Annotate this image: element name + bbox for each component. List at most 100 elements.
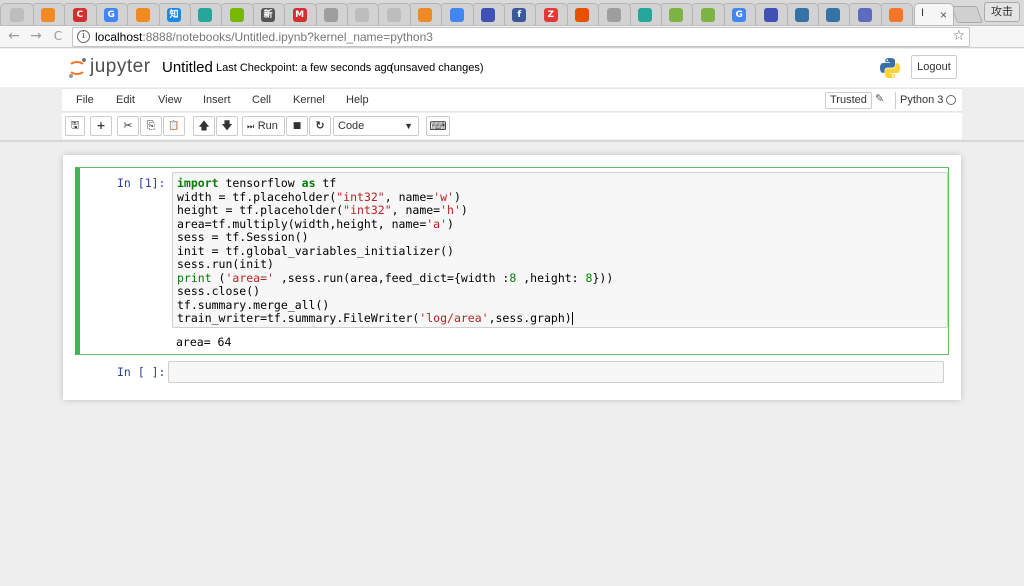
browser-tab[interactable] [345, 3, 380, 25]
browser-tab-strip: GZfM新知GC 攻击 I × [0, 0, 1024, 26]
code-cell-empty[interactable]: In [ ]: [75, 361, 949, 385]
browser-tab[interactable] [188, 3, 223, 25]
move-down-icon[interactable]: 🡇 [216, 116, 238, 136]
code-cell-selected[interactable]: In [1]: import tensorflow as tf width = … [75, 167, 949, 355]
close-tab-icon[interactable]: × [940, 8, 947, 22]
logout-button[interactable]: Logout [911, 55, 957, 79]
tab-favicon-icon [418, 8, 433, 22]
url-host: localhost [95, 30, 143, 44]
restart-icon[interactable]: ↻ [309, 116, 331, 136]
run-button[interactable]: ⏭ Run [242, 116, 285, 136]
browser-tab[interactable] [879, 3, 914, 25]
browser-tab[interactable] [628, 3, 662, 25]
browser-tab[interactable]: G [94, 3, 129, 25]
copy-icon[interactable]: ⎘ [140, 116, 162, 136]
tab-favicon-icon: G [104, 8, 119, 22]
menu-help[interactable]: Help [346, 94, 369, 106]
browser-tab[interactable]: G [722, 3, 757, 25]
jupyter-header: jupyter Untitled Last Checkpoint: a few … [0, 49, 1024, 87]
paste-icon[interactable]: 📋 [163, 116, 185, 136]
address-url[interactable]: localhost:8888/notebooks/Untitled.ipynb?… [95, 30, 433, 44]
code-line: sess = tf.Session() [177, 230, 309, 244]
jupyter-logo-icon[interactable] [66, 57, 88, 79]
browser-tab-active[interactable]: I × [914, 3, 954, 25]
trusted-indicator[interactable]: Trusted [825, 92, 872, 109]
code-editor[interactable] [168, 361, 944, 383]
jupyter-wordmark[interactable]: jupyter [90, 56, 151, 78]
save-icon[interactable]: 🖫 [65, 116, 85, 136]
browser-tab[interactable] [596, 3, 631, 25]
text-cursor [571, 312, 573, 325]
profile-button[interactable]: 攻击 [984, 2, 1020, 22]
new-tab-button[interactable] [950, 6, 984, 23]
keyboard-icon[interactable]: ⌨ [426, 116, 450, 136]
menu-edit[interactable]: Edit [116, 94, 135, 106]
browser-tab[interactable] [753, 3, 788, 25]
code-token: })) [592, 270, 614, 285]
code-line: height = tf.placeholder("int32", name='h… [177, 203, 468, 217]
cell-type-select[interactable]: Code ▼ [333, 116, 419, 136]
cell-type-value: Code [338, 120, 365, 132]
move-up-icon[interactable]: 🡅 [193, 116, 215, 136]
menu-view[interactable]: View [158, 94, 182, 106]
browser-tab[interactable] [314, 3, 348, 25]
browser-tab[interactable] [816, 3, 851, 25]
code-token: 'w' [433, 189, 454, 204]
browser-tab[interactable] [659, 3, 694, 25]
menu-cell[interactable]: Cell [252, 94, 271, 106]
code-line: sess.run(init) [177, 257, 274, 271]
browser-tab[interactable] [219, 3, 254, 25]
menu-kernel[interactable]: Kernel [293, 94, 325, 106]
browser-tab[interactable] [408, 3, 443, 25]
code-token: , name= [384, 189, 434, 204]
menu-insert[interactable]: Insert [203, 94, 231, 106]
run-label: Run [257, 120, 278, 132]
browser-tab[interactable]: C [62, 3, 97, 25]
browser-tab[interactable] [31, 3, 66, 25]
tab-favicon-icon [638, 8, 652, 22]
menu-file[interactable]: File [76, 94, 94, 106]
tab-favicon-icon [198, 8, 213, 22]
input-prompt: In [ ]: [117, 365, 166, 379]
reload-icon[interactable]: C [50, 28, 66, 44]
browser-tab[interactable]: f [502, 3, 537, 25]
browser-toolbar: ← → C i localhost:8888/notebooks/Untitle… [0, 26, 1024, 70]
browser-tab[interactable] [785, 3, 819, 25]
code-token: ( [211, 270, 226, 285]
edit-mode-pencil-icon: ✎ [875, 92, 885, 105]
tab-favicon-icon: Z [543, 8, 558, 22]
cut-icon[interactable]: ✂ [117, 116, 139, 136]
insert-cell-icon[interactable]: + [90, 116, 112, 136]
browser-tab[interactable]: M [282, 3, 317, 25]
bookmark-star-icon[interactable]: ☆ [952, 28, 965, 44]
forward-icon[interactable]: → [28, 28, 44, 44]
code-line: init = tf.global_variables_initializer() [177, 243, 454, 258]
browser-tab[interactable] [125, 3, 160, 25]
browser-tab[interactable] [690, 3, 725, 25]
page-info-icon[interactable]: i [77, 30, 90, 43]
browser-tab[interactable] [376, 3, 411, 25]
browser-tab[interactable]: Z [533, 3, 568, 25]
tab-favicon-icon [10, 8, 24, 22]
kernel-name[interactable]: Python 3 [900, 94, 943, 106]
tab-favicon-icon [669, 8, 684, 22]
tab-favicon-icon: G [732, 8, 747, 22]
back-icon[interactable]: ← [6, 28, 22, 44]
code-token: ) [460, 203, 468, 217]
browser-tab[interactable] [565, 3, 600, 25]
browser-tab[interactable] [847, 3, 882, 25]
code-line: tf.summary.merge_all() [177, 297, 330, 312]
notebook-title[interactable]: Untitled [162, 59, 213, 76]
browser-tab[interactable]: 知 [157, 3, 191, 25]
stop-icon[interactable]: ■ [286, 116, 308, 136]
code-line: print ('area=' ,sess.run(area,feed_dict=… [177, 271, 613, 285]
browser-tab[interactable] [471, 3, 505, 25]
tab-favicon-icon [229, 8, 244, 22]
browser-tab[interactable] [439, 3, 474, 25]
browser-tab[interactable] [0, 3, 34, 25]
browser-tab[interactable]: 新 [251, 3, 286, 25]
code-editor[interactable]: import tensorflow as tf width = tf.place… [172, 172, 948, 328]
code-token: 'a' [426, 216, 448, 231]
address-bar[interactable]: i localhost:8888/notebooks/Untitled.ipyn… [72, 27, 970, 47]
code-line: train_writer=tf.summary.FileWriter('log/… [177, 311, 573, 325]
